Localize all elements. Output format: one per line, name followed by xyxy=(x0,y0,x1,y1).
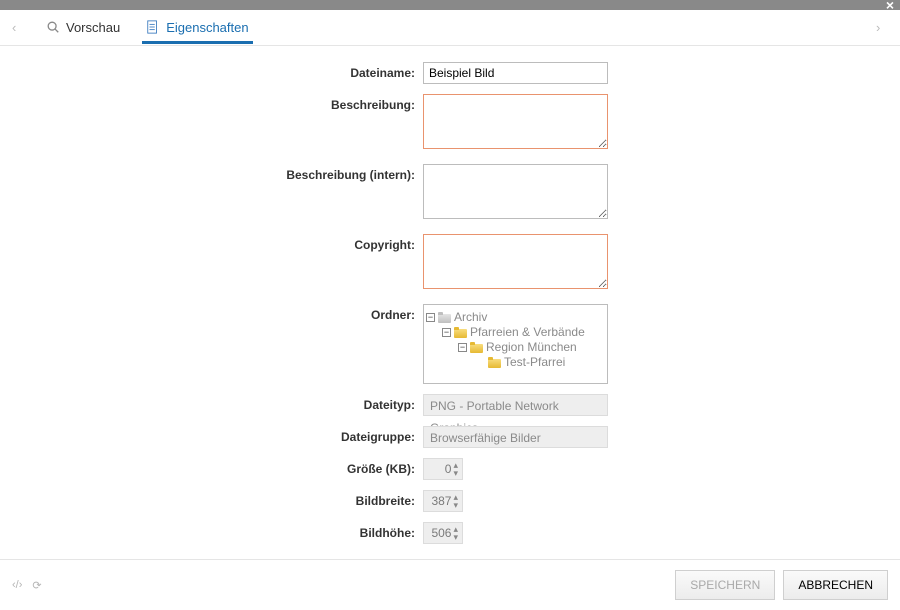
folder-icon xyxy=(470,342,483,353)
save-button[interactable]: SPEICHERN xyxy=(675,570,775,600)
label-description: Beschreibung: xyxy=(10,94,415,112)
cancel-button[interactable]: ABBRECHEN xyxy=(783,570,888,600)
nav-prev-icon[interactable]: ‹ xyxy=(12,20,24,35)
folder-icon xyxy=(454,327,467,338)
stepper-arrows-icon[interactable]: ▴▾ xyxy=(453,461,458,477)
tab-properties-label: Eigenschaften xyxy=(166,20,248,35)
tree-toggle-icon[interactable]: − xyxy=(426,313,435,322)
tab-bar: ‹ Vorschau Eigenschaften › xyxy=(0,10,900,46)
label-description-internal: Beschreibung (intern): xyxy=(10,164,415,182)
stepper-arrows-icon[interactable]: ▴▾ xyxy=(453,493,458,509)
width-value: 387 xyxy=(428,494,451,508)
folder-tree[interactable]: − Archiv − Pfarreien & Verbände xyxy=(423,304,608,384)
tree-node-l1[interactable]: Pfarreien & Verbände xyxy=(470,325,585,339)
label-width: Bildbreite: xyxy=(10,490,415,508)
tree-node-l2[interactable]: Region München xyxy=(486,340,577,354)
tree-toggle-icon[interactable]: − xyxy=(458,343,467,352)
dialog-footer: ‹/› ⟳ SPEICHERN ABBRECHEN xyxy=(0,559,900,610)
filegroup-value: Browserfähige Bilder xyxy=(423,426,608,448)
refresh-icon[interactable]: ⟳ xyxy=(32,579,41,592)
code-icon[interactable]: ‹/› xyxy=(12,579,22,592)
label-folder: Ordner: xyxy=(10,304,415,322)
copyright-input[interactable] xyxy=(423,234,608,289)
tab-preview[interactable]: Vorschau xyxy=(42,12,124,44)
label-size: Größe (KB): xyxy=(10,458,415,476)
content-area: Dateiname: Beschreibung: Beschreibung (i… xyxy=(0,46,900,559)
tree-node-root[interactable]: Archiv xyxy=(454,310,487,324)
label-filename: Dateiname: xyxy=(10,62,415,80)
folder-icon xyxy=(488,357,501,368)
close-icon[interactable]: × xyxy=(886,0,894,12)
filename-input[interactable] xyxy=(423,62,608,84)
tab-preview-label: Vorschau xyxy=(66,20,120,35)
preview-icon xyxy=(46,20,60,34)
label-copyright: Copyright: xyxy=(10,234,415,252)
dialog-titlebar: × xyxy=(0,0,900,10)
size-value: 0 xyxy=(428,462,451,476)
stepper-arrows-icon[interactable]: ▴▾ xyxy=(453,525,458,541)
nav-next-icon[interactable]: › xyxy=(876,20,888,35)
folder-icon xyxy=(438,312,451,323)
filetype-value: PNG - Portable Network Graphics xyxy=(423,394,608,416)
description-internal-input[interactable] xyxy=(423,164,608,219)
height-value: 506 xyxy=(428,526,451,540)
width-stepper[interactable]: 387 ▴▾ xyxy=(423,490,463,512)
size-stepper[interactable]: 0 ▴▾ xyxy=(423,458,463,480)
properties-icon xyxy=(146,20,160,34)
tree-toggle-icon[interactable]: − xyxy=(442,328,451,337)
label-filetype: Dateityp: xyxy=(10,394,415,412)
tree-node-l3[interactable]: Test-Pfarrei xyxy=(504,355,565,369)
label-filegroup: Dateigruppe: xyxy=(10,426,415,444)
tab-properties[interactable]: Eigenschaften xyxy=(142,12,252,44)
description-input[interactable] xyxy=(423,94,608,149)
label-height: Bildhöhe: xyxy=(10,522,415,540)
height-stepper[interactable]: 506 ▴▾ xyxy=(423,522,463,544)
